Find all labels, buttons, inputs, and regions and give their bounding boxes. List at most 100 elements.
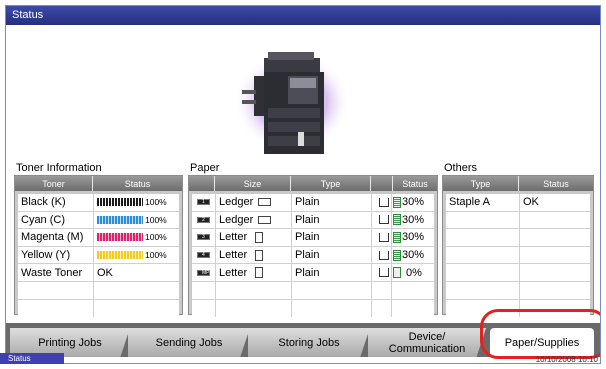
table-row: Waste Toner OK [18, 264, 179, 282]
table-row: Magenta (M) 100% [18, 229, 179, 247]
toner-cyan-bar [97, 215, 143, 224]
printer-illustration [234, 52, 348, 154]
status-screen: Status Toner Information Toner Status Bl… [5, 5, 601, 364]
table-row: 2 Ledger Plain 30% [192, 211, 434, 230]
tab-storing-jobs[interactable]: Storing Jobs [248, 328, 370, 357]
table-row [446, 211, 590, 230]
toner-level: 100% [94, 212, 179, 229]
mp-tray-icon: MP [197, 269, 210, 276]
table-row: 4 Letter Plain 30% [192, 246, 434, 265]
paper-size: Ledger [219, 213, 254, 226]
others-header-status: Status [543, 178, 569, 189]
others-section-label: Others [444, 162, 478, 174]
paper-panel: Size Type Status 1 Ledger Plain 30% 2 Le… [188, 175, 438, 318]
landscape-orientation-icon [258, 198, 272, 207]
toner-table-header: Toner Status [15, 176, 182, 191]
paper-size: Letter [219, 266, 248, 279]
paper-status: 30% [402, 213, 425, 226]
paper-header-type: Type [291, 176, 371, 191]
toner-magenta-bar [97, 233, 143, 242]
toner-header-toner: Toner [15, 176, 93, 191]
paper-status: 0% [406, 266, 422, 279]
paper-level-icon [393, 231, 401, 243]
toner-name: Cyan (C) [18, 211, 94, 229]
paper-rows: 1 Ledger Plain 30% 2 Ledger Plain 30% 3 … [192, 194, 434, 318]
toner-level: 100% [94, 247, 179, 264]
toner-percent: 100% [145, 232, 167, 243]
toner-level: 100% [94, 194, 179, 211]
table-row: Yellow (Y) 100% [18, 246, 179, 265]
table-row [192, 299, 434, 318]
others-panel: Type Status Staple A OK [442, 175, 594, 318]
toner-section-label: Toner Information [16, 162, 102, 174]
toner-level: 100% [94, 229, 179, 246]
paper-status: 30% [402, 196, 425, 209]
waste-toner-status: OK [97, 266, 113, 279]
others-table-header: Type Status [443, 176, 593, 191]
paper-table-header: Size Type Status [189, 176, 437, 191]
paper-type: Plain [292, 246, 372, 264]
status-button[interactable]: Status [0, 353, 64, 364]
paper-level-icon [393, 249, 401, 261]
table-row: Black (K) 100% [18, 194, 179, 212]
toner-name: Magenta (M) [18, 229, 94, 246]
paper-tray-icon [379, 232, 389, 242]
table-row: Cyan (C) 100% [18, 211, 179, 230]
tray-1-icon: 1 [197, 199, 210, 206]
portrait-orientation-icon [255, 267, 264, 279]
toner-rows: Black (K) 100% Cyan (C) 100% Magenta (M)… [18, 194, 179, 318]
portrait-orientation-icon [255, 231, 264, 243]
paper-level-icon [393, 196, 401, 208]
tray-4-icon: 4 [197, 252, 210, 259]
table-row [446, 281, 590, 300]
toner-percent: 100% [145, 197, 167, 208]
paper-type: Plain [292, 229, 372, 246]
paper-section-label: Paper [190, 162, 220, 174]
tray-2-icon: 2 [197, 216, 210, 223]
table-row [18, 281, 179, 300]
paper-type: Plain [292, 194, 372, 211]
active-tab-highlight [480, 309, 600, 359]
others-type: Staple A [446, 194, 520, 211]
toner-name: Waste Toner [18, 264, 94, 281]
table-row [446, 246, 590, 265]
table-row: Staple A OK [446, 194, 590, 212]
paper-status: 30% [402, 249, 425, 262]
paper-tray-icon [379, 197, 389, 207]
paper-size: Ledger [219, 196, 254, 209]
window-title: Status [6, 6, 600, 25]
table-row: MP Letter Plain 0% [192, 264, 434, 282]
paper-header-status: Status [402, 178, 428, 189]
toner-name: Yellow (Y) [18, 246, 94, 264]
tab-device-communication[interactable]: Device/ Communication [368, 328, 486, 357]
paper-tray-icon [379, 268, 389, 278]
landscape-orientation-icon [258, 215, 272, 224]
paper-type: Plain [292, 211, 372, 229]
tray-3-icon: 3 [197, 234, 210, 241]
table-row [446, 229, 590, 247]
paper-tray-icon [379, 215, 389, 225]
paper-size: Letter [219, 231, 248, 244]
others-status: OK [523, 196, 539, 209]
toner-percent: 100% [145, 250, 167, 261]
tab-sending-jobs[interactable]: Sending Jobs [128, 328, 250, 357]
toner-percent: 100% [145, 214, 167, 225]
paper-type: Plain [292, 264, 372, 281]
paper-status: 30% [402, 231, 425, 244]
paper-header-size: Size [215, 176, 291, 191]
toner-header-status: Status [124, 178, 151, 189]
toner-panel: Toner Status Black (K) 100% Cyan (C) 100… [14, 175, 183, 318]
datetime-display: 10/10/2008 10:10 [535, 355, 598, 364]
paper-tray-icon [379, 250, 389, 260]
paper-level-icon [393, 214, 401, 226]
paper-level-icon [393, 267, 401, 279]
portrait-orientation-icon [255, 249, 264, 261]
toner-black-bar [97, 198, 143, 207]
table-row: 1 Ledger Plain 30% [192, 194, 434, 212]
toner-yellow-bar [97, 251, 143, 260]
table-row: 3 Letter Plain 30% [192, 229, 434, 247]
others-rows: Staple A OK [446, 194, 590, 318]
paper-size: Letter [219, 249, 248, 262]
others-header-type: Type [443, 176, 519, 191]
table-row [446, 264, 590, 282]
